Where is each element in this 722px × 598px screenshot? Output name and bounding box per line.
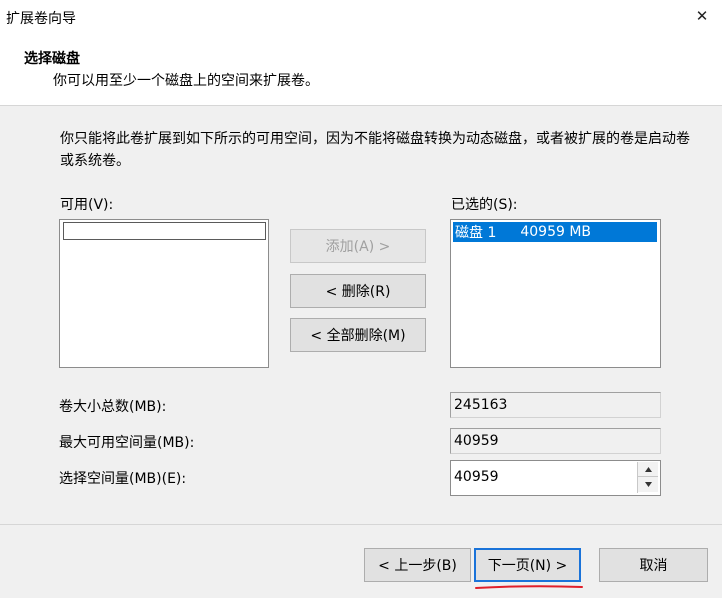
selected-disk-name: 磁盘 1 [455, 225, 497, 241]
page-title: 选择磁盘 [24, 51, 80, 67]
footer-divider [0, 524, 722, 525]
instruction-text: 你只能将此卷扩展到如下所示的可用空间，因为不能将磁盘转换为动态磁盘，或者被扩展的… [60, 131, 690, 169]
close-button[interactable]: ✕ [690, 4, 714, 28]
available-list-focus [63, 222, 266, 240]
increment-button[interactable] [638, 462, 658, 477]
max-space-label: 最大可用空间量(MB): [59, 435, 195, 451]
max-space-value: 40959 [450, 428, 661, 454]
select-space-input[interactable]: 40959 [454, 461, 499, 493]
annotation-underline [475, 585, 583, 589]
cancel-button[interactable]: 取消 [599, 548, 708, 582]
back-button[interactable]: < 上一步(B) [364, 548, 471, 582]
triangle-down-icon [644, 482, 652, 487]
available-label: 可用(V): [60, 197, 114, 213]
total-size-value: 245163 [450, 392, 661, 418]
window-title: 扩展卷向导 [6, 11, 76, 27]
selected-disk-size: 40959 MB [520, 224, 592, 240]
next-button[interactable]: 下一页(N) > [474, 548, 581, 582]
triangle-up-icon [644, 466, 652, 472]
select-space-label: 选择空间量(MB)(E): [59, 471, 187, 487]
selected-list[interactable]: 磁盘 1 40959 MB [450, 219, 661, 368]
decrement-button[interactable] [638, 477, 658, 492]
add-button[interactable]: 添加(A) > [290, 229, 426, 263]
header-divider [0, 105, 722, 106]
selected-list-item[interactable]: 磁盘 1 40959 MB [453, 222, 657, 242]
select-space-stepper[interactable]: 40959 [450, 460, 661, 496]
available-list[interactable] [59, 219, 269, 368]
wizard-header: 选择磁盘 你可以用至少一个磁盘上的空间来扩展卷。 [0, 34, 722, 106]
total-size-label: 卷大小总数(MB): [59, 399, 167, 415]
title-bar: 扩展卷向导 ✕ [0, 0, 722, 34]
remove-all-button[interactable]: < 全部删除(M) [290, 318, 426, 352]
remove-button[interactable]: < 删除(R) [290, 274, 426, 308]
page-subtitle: 你可以用至少一个磁盘上的空间来扩展卷。 [53, 73, 319, 89]
close-icon: ✕ [695, 7, 709, 25]
selected-label: 已选的(S): [451, 197, 518, 213]
stepper-buttons [637, 462, 658, 493]
